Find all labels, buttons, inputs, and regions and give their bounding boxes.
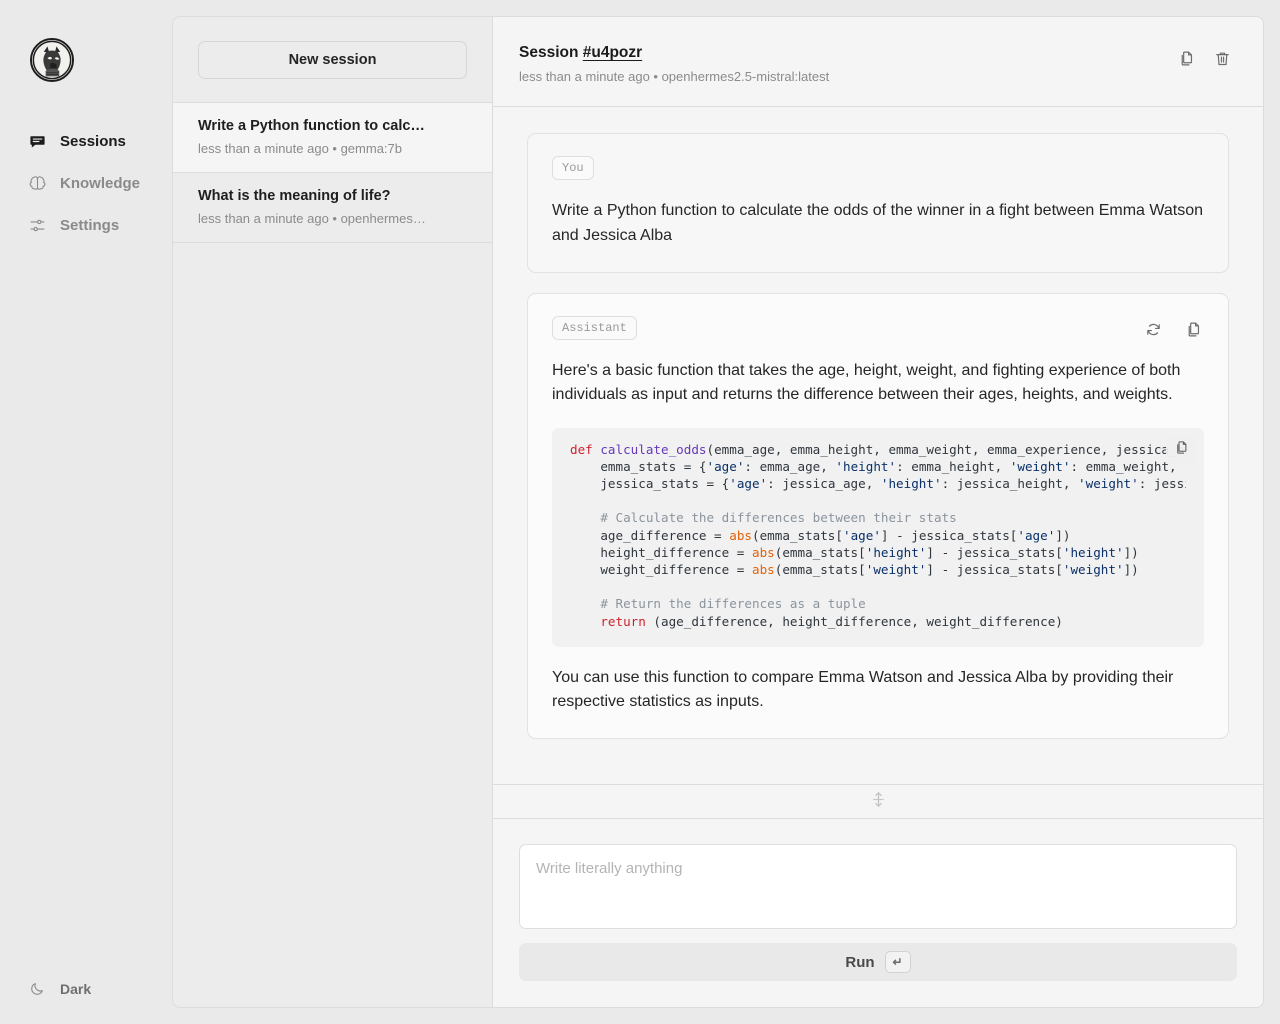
- chat-header-info: Session #u4pozr less than a minute ago •…: [519, 43, 829, 84]
- session-item-meta: less than a minute ago • openhermes…: [198, 210, 426, 226]
- sessions-panel: New session Write a Python function to c…: [172, 16, 492, 1008]
- new-session-button[interactable]: New session: [198, 41, 467, 79]
- session-item-title: Write a Python function to calc…: [198, 118, 425, 134]
- chat-header-session-id: #u4pozr: [582, 44, 643, 61]
- code-content: def calculate_odds(emma_age, emma_height…: [570, 441, 1186, 629]
- refresh-icon: [1145, 321, 1162, 338]
- sidebar-item-label: Settings: [60, 216, 120, 234]
- message-header: You: [552, 156, 1204, 181]
- copy-icon: [1178, 50, 1195, 67]
- message-text-outro: You can use this function to compare Emm…: [552, 668, 1174, 711]
- session-list-item[interactable]: Write a Python function to calc… less th…: [173, 103, 492, 174]
- role-badge: You: [552, 156, 594, 181]
- run-button-label: Run: [845, 953, 875, 971]
- role-badge: Assistant: [552, 316, 637, 340]
- message-header: Assistant: [552, 316, 1204, 340]
- run-button[interactable]: Run ↵: [519, 943, 1237, 981]
- sidebar-item-label: Knowledge: [60, 174, 141, 192]
- app-root: Sessions Knowledge Settings Dark New ses…: [0, 0, 1280, 1024]
- theme-toggle-label: Dark: [60, 981, 92, 997]
- chat-bubble-icon: [28, 132, 46, 150]
- sidebar: Sessions Knowledge Settings Dark: [0, 0, 172, 1024]
- copy-icon: [1185, 321, 1202, 338]
- brain-icon: [28, 174, 46, 192]
- copy-code-button[interactable]: [1166, 435, 1196, 463]
- sidebar-item-settings[interactable]: Settings: [0, 206, 172, 244]
- message-actions: [1142, 316, 1204, 340]
- sidebar-nav: Sessions Knowledge Settings: [0, 122, 172, 244]
- sidebar-item-label: Sessions: [60, 132, 126, 150]
- code-block: def calculate_odds(emma_age, emma_height…: [552, 427, 1204, 647]
- prompt-input[interactable]: [519, 844, 1237, 929]
- session-item-meta: less than a minute ago • gemma:7b: [198, 140, 403, 156]
- composer-resize-handle[interactable]: [493, 784, 1263, 819]
- chat-header-title-prefix: Session: [519, 44, 583, 61]
- sidebar-item-knowledge[interactable]: Knowledge: [0, 164, 172, 202]
- composer: Run ↵: [493, 819, 1263, 1007]
- moon-icon: [28, 980, 46, 998]
- chat-panel: Session #u4pozr less than a minute ago •…: [492, 16, 1264, 1008]
- copy-message-button[interactable]: [1182, 318, 1204, 340]
- sliders-icon: [28, 216, 46, 234]
- theme-toggle[interactable]: Dark: [28, 980, 91, 998]
- chat-header: Session #u4pozr less than a minute ago •…: [493, 17, 1263, 108]
- trash-icon: [1214, 50, 1231, 67]
- message-assistant: Assistant Here's a basic function that t…: [527, 293, 1229, 740]
- session-list: Write a Python function to calc… less th…: [173, 102, 492, 244]
- sidebar-item-sessions[interactable]: Sessions: [0, 122, 172, 160]
- session-list-item[interactable]: What is the meaning of life? less than a…: [173, 173, 492, 244]
- message-list: You Write a Python function to calculate…: [493, 107, 1263, 784]
- message-user: You Write a Python function to calculate…: [527, 133, 1229, 273]
- wolf-crest-logo: [30, 38, 74, 82]
- logo-container: [0, 0, 172, 82]
- regenerate-button[interactable]: [1142, 318, 1164, 340]
- resize-vertical-icon: [872, 791, 885, 813]
- enter-key-badge: ↵: [884, 951, 911, 973]
- new-session-container: New session: [173, 17, 492, 102]
- message-text-intro: Here's a basic function that takes the a…: [552, 362, 1181, 404]
- copy-session-button[interactable]: [1175, 47, 1197, 69]
- chat-header-meta: less than a minute ago • openhermes2.5-m…: [519, 69, 830, 85]
- session-item-title: What is the meaning of life?: [198, 188, 391, 205]
- chat-header-actions: [1175, 43, 1233, 69]
- message-text: Write a Python function to calculate the…: [552, 202, 1204, 244]
- copy-icon: [1174, 440, 1189, 458]
- page-title: Session #u4pozr: [519, 43, 829, 62]
- delete-session-button[interactable]: [1211, 47, 1233, 69]
